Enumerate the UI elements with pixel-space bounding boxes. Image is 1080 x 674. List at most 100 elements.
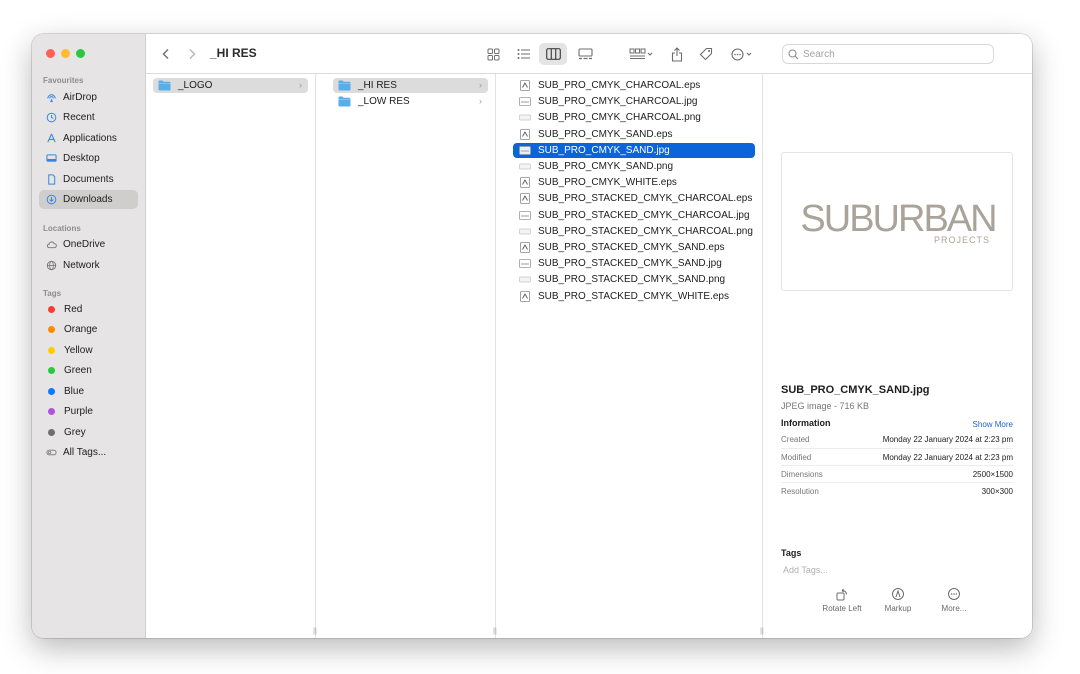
eps-file-icon bbox=[518, 290, 531, 302]
file-row[interactable]: SUB_PRO_STACKED_CMYK_SAND.png bbox=[513, 272, 755, 287]
sidebar-item-onedrive[interactable]: OneDrive bbox=[39, 235, 138, 254]
folder-row[interactable]: _LOW RES › bbox=[333, 94, 488, 109]
info-value: Monday 22 January 2024 at 2:23 pm bbox=[882, 452, 1013, 462]
tag-color-dot bbox=[48, 326, 55, 333]
sidebar-item-label: All Tags... bbox=[63, 447, 107, 458]
sidebar-item-label: AirDrop bbox=[63, 92, 97, 103]
sidebar-item-recent[interactable]: Recent bbox=[39, 108, 138, 127]
toolbar: _HI RES bbox=[146, 34, 1032, 74]
file-row[interactable]: SUB_PRO_STACKED_CMYK_CHARCOAL.jpg bbox=[513, 208, 755, 223]
folder-icon bbox=[158, 80, 171, 91]
more-actions-button[interactable] bbox=[728, 43, 758, 65]
sidebar-tag-blue[interactable]: Blue bbox=[39, 382, 138, 401]
sidebar-item-label: Documents bbox=[63, 174, 114, 185]
file-label: SUB_PRO_STACKED_CMYK_SAND.png bbox=[538, 274, 726, 286]
download-icon bbox=[46, 194, 57, 205]
search-field[interactable] bbox=[782, 44, 994, 64]
sidebar-all-tags[interactable]: All Tags... bbox=[39, 443, 138, 462]
tag-color-dot bbox=[48, 408, 55, 415]
info-row-modified: Modified Monday 22 January 2024 at 2:23 … bbox=[781, 448, 1013, 465]
group-button[interactable] bbox=[626, 43, 656, 65]
column-3: || SUB_PRO_CMYK_CHARCOAL.eps SUB_PRO_CMYK… bbox=[506, 74, 765, 638]
more-icon bbox=[948, 588, 960, 600]
gallery-view-button[interactable] bbox=[574, 43, 596, 65]
eps-file-icon bbox=[518, 177, 531, 189]
markup-button[interactable]: Markup bbox=[873, 586, 923, 613]
document-icon bbox=[46, 174, 57, 185]
file-row[interactable]: SUB_PRO_STACKED_CMYK_CHARCOAL.eps bbox=[513, 191, 755, 206]
finder-window: Favourites AirDrop Recent Applications D… bbox=[32, 34, 1032, 638]
sidebar-tag-red[interactable]: Red bbox=[39, 300, 138, 319]
file-row[interactable]: SUB_PRO_CMYK_CHARCOAL.jpg bbox=[513, 94, 755, 109]
tag-icon bbox=[699, 47, 713, 61]
sidebar-section-tags: Tags bbox=[43, 289, 62, 298]
info-value: Monday 22 January 2024 at 2:23 pm bbox=[882, 435, 1013, 444]
rotate-left-button[interactable]: Rotate Left bbox=[817, 586, 867, 613]
folder-label: _HI RES bbox=[358, 80, 397, 91]
column-resize-handle[interactable]: || bbox=[759, 628, 765, 636]
sidebar-item-applications[interactable]: Applications bbox=[39, 129, 138, 148]
eps-file-icon bbox=[518, 80, 531, 91]
file-row[interactable]: SUB_PRO_CMYK_SAND.jpg bbox=[513, 142, 755, 158]
grid-icon bbox=[487, 48, 499, 60]
preview-pane: SUBURBAN PROJECTS SUB_PRO_CMYK_SAND.jpg … bbox=[773, 74, 1032, 638]
more-button[interactable]: More... bbox=[929, 586, 979, 613]
gallery-icon bbox=[577, 48, 593, 60]
list-icon bbox=[517, 49, 530, 59]
sidebar-tag-purple[interactable]: Purple bbox=[39, 402, 138, 421]
sidebar-tag-green[interactable]: Green bbox=[39, 361, 138, 380]
show-more-link[interactable]: Show More bbox=[973, 420, 1013, 429]
file-row[interactable]: SUB_PRO_STACKED_CMYK_SAND.jpg bbox=[513, 256, 755, 271]
columns-icon bbox=[545, 48, 561, 60]
tag-button[interactable] bbox=[695, 43, 717, 65]
all-tags-icon bbox=[46, 447, 57, 458]
search-input[interactable] bbox=[803, 48, 983, 60]
list-view-button[interactable] bbox=[513, 43, 535, 65]
file-label: SUB_PRO_STACKED_CMYK_CHARCOAL.jpg bbox=[538, 209, 750, 221]
info-value: 300×300 bbox=[981, 486, 1013, 496]
close-window-button[interactable] bbox=[46, 49, 55, 58]
sidebar-tag-yellow[interactable]: Yellow bbox=[39, 341, 138, 360]
file-row[interactable]: SUB_PRO_CMYK_WHITE.eps bbox=[513, 175, 755, 190]
file-row[interactable]: SUB_PRO_STACKED_CMYK_SAND.eps bbox=[513, 240, 755, 255]
sidebar-item-airdrop[interactable]: AirDrop bbox=[39, 88, 138, 107]
info-key: Resolution bbox=[781, 486, 819, 496]
sidebar-item-downloads[interactable]: Downloads bbox=[39, 190, 138, 209]
info-key: Modified bbox=[781, 452, 812, 462]
minimize-window-button[interactable] bbox=[61, 49, 70, 58]
add-tags-field[interactable]: Add Tags... bbox=[783, 565, 828, 575]
file-row[interactable]: SUB_PRO_STACKED_CMYK_WHITE.eps bbox=[513, 289, 755, 304]
file-row[interactable]: SUB_PRO_CMYK_SAND.png bbox=[513, 159, 755, 174]
tag-color-dot bbox=[48, 347, 55, 354]
column-view-button[interactable] bbox=[539, 43, 567, 65]
zoom-window-button[interactable] bbox=[76, 49, 85, 58]
column-resize-handle[interactable]: || bbox=[492, 628, 498, 636]
markup-icon bbox=[892, 588, 904, 600]
column-resize-handle[interactable]: || bbox=[312, 628, 318, 636]
info-key: Created bbox=[781, 435, 810, 444]
sidebar-item-documents[interactable]: Documents bbox=[39, 170, 138, 189]
file-row[interactable]: SUB_PRO_CMYK_CHARCOAL.eps bbox=[513, 78, 755, 93]
back-button[interactable] bbox=[156, 43, 176, 65]
sidebar-tag-orange[interactable]: Orange bbox=[39, 320, 138, 339]
sidebar-item-desktop[interactable]: Desktop bbox=[39, 149, 138, 168]
folder-row[interactable]: _HI RES › bbox=[333, 78, 488, 93]
icon-view-button[interactable] bbox=[482, 43, 504, 65]
sidebar-section-locations: Locations bbox=[43, 224, 81, 233]
sidebar-tag-grey[interactable]: Grey bbox=[39, 423, 138, 442]
sidebar-item-label: Yellow bbox=[64, 345, 93, 356]
rotate-left-label: Rotate Left bbox=[822, 604, 862, 613]
forward-button[interactable] bbox=[182, 43, 202, 65]
sidebar-item-label: Purple bbox=[64, 406, 93, 417]
folder-row[interactable]: _LOGO › bbox=[153, 78, 308, 93]
info-row-resolution: Resolution 300×300 bbox=[781, 482, 1013, 499]
sidebar-item-network[interactable]: Network bbox=[39, 256, 138, 275]
preview-file-kind: JPEG image - 716 KB bbox=[781, 401, 870, 411]
file-row[interactable]: SUB_PRO_STACKED_CMYK_CHARCOAL.png bbox=[513, 224, 755, 239]
chevron-left-icon bbox=[162, 49, 169, 59]
share-button[interactable] bbox=[666, 43, 688, 65]
file-row[interactable]: SUB_PRO_CMYK_SAND.eps bbox=[513, 127, 755, 142]
file-row[interactable]: SUB_PRO_CMYK_CHARCOAL.png bbox=[513, 110, 755, 125]
sidebar-item-label: Network bbox=[63, 260, 100, 271]
sidebar-item-label: OneDrive bbox=[63, 239, 106, 250]
